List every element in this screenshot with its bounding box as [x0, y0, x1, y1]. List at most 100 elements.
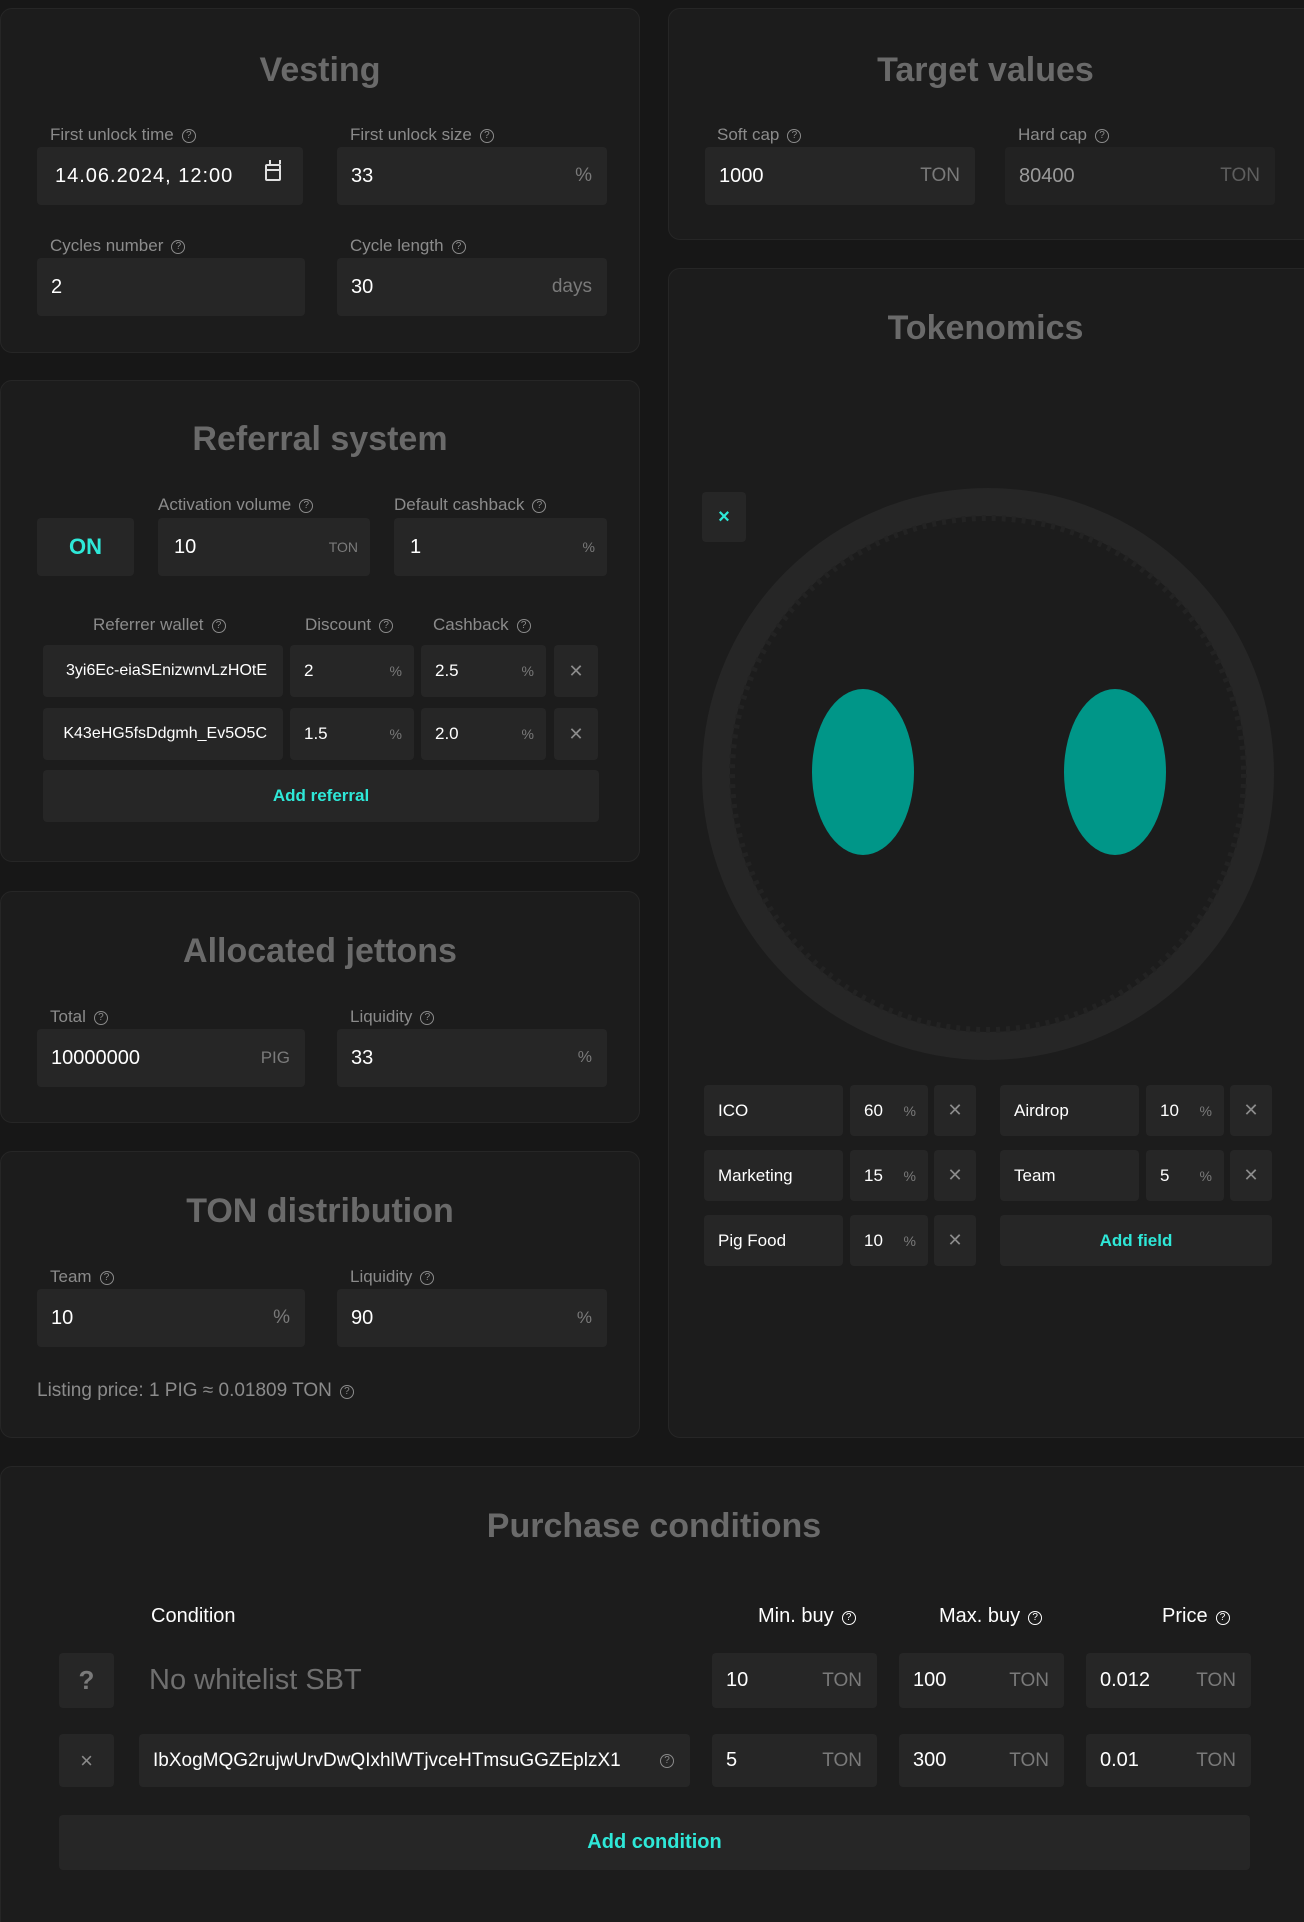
- liquidity-input[interactable]: 90 %: [337, 1289, 607, 1347]
- help-icon[interactable]: ?: [516, 619, 531, 633]
- help-icon[interactable]: ?: [1028, 1611, 1043, 1625]
- referral-panel: Referral system ON Activation volume? 10…: [0, 380, 640, 862]
- remove-referral-button[interactable]: ✕: [554, 645, 598, 697]
- allocated-jettons-title: Allocated jettons: [183, 932, 457, 970]
- team-label: Team?: [50, 1267, 114, 1287]
- min-buy-input[interactable]: 10 TON: [712, 1653, 877, 1708]
- liquidity-label: Liquidity?: [350, 1007, 435, 1027]
- first-unlock-time-input[interactable]: 14.06.2024, 12:00: [37, 147, 303, 205]
- tokenomics-field-name[interactable]: Pig Food: [704, 1215, 843, 1266]
- target-values-panel: Target values Soft cap? 1000 TON Hard ca…: [668, 8, 1304, 240]
- help-icon[interactable]: ?: [841, 1611, 856, 1625]
- activation-volume-input[interactable]: 10 TON: [158, 518, 370, 576]
- tokenomics-field-name[interactable]: Airdrop: [1000, 1085, 1139, 1136]
- tokenomics-field-value[interactable]: 15%: [850, 1150, 928, 1201]
- help-icon[interactable]: ?: [660, 1753, 674, 1768]
- help-icon[interactable]: ?: [787, 129, 802, 143]
- remove-field-button[interactable]: ✕: [1230, 1085, 1272, 1136]
- max-buy-input[interactable]: 100 TON: [899, 1653, 1064, 1708]
- calendar-icon[interactable]: [265, 160, 281, 181]
- default-cashback-input[interactable]: 1 %: [394, 518, 607, 576]
- close-icon: ✕: [568, 660, 584, 681]
- help-icon[interactable]: ?: [420, 1271, 435, 1285]
- close-icon: ✕: [947, 1230, 963, 1250]
- remove-condition-button[interactable]: ×: [59, 1734, 114, 1787]
- close-icon: ×: [80, 1747, 93, 1773]
- help-icon[interactable]: ?: [532, 499, 547, 513]
- total-label: Total?: [50, 1007, 108, 1027]
- max-buy-input[interactable]: 300 TON: [899, 1734, 1064, 1787]
- help-icon[interactable]: ?: [451, 240, 466, 254]
- condition-address-input[interactable]: IbXogMQG2rujwUrvDwQIxhlWTjvceHTmsuGGZEpl…: [139, 1734, 690, 1787]
- help-icon[interactable]: ?: [1215, 1611, 1230, 1625]
- soft-cap-label: Soft cap?: [717, 125, 802, 145]
- add-referral-button[interactable]: Add referral: [43, 770, 599, 822]
- question-icon: ?: [78, 1665, 95, 1695]
- help-icon[interactable]: ?: [211, 619, 226, 633]
- tokenomics-field-name[interactable]: ICO: [704, 1085, 843, 1136]
- tokenomics-field-value[interactable]: 10%: [850, 1215, 928, 1266]
- condition-info-button[interactable]: ?: [59, 1653, 114, 1708]
- price-input[interactable]: 0.01 TON: [1086, 1734, 1251, 1787]
- cycle-length-input[interactable]: 30 days: [337, 258, 607, 316]
- help-icon[interactable]: ?: [479, 129, 494, 143]
- chart-right-eye: [1064, 689, 1166, 855]
- cycles-number-label: Cycles number?: [50, 236, 186, 256]
- referrer-wallet-input[interactable]: 3yi6Ec-eiaSEnizwnvLzHOtE: [43, 645, 283, 697]
- help-icon[interactable]: ?: [171, 240, 186, 254]
- tokenomics-field-name[interactable]: Team: [1000, 1150, 1139, 1201]
- remove-referral-button[interactable]: ✕: [554, 708, 598, 760]
- help-icon[interactable]: ?: [420, 1011, 435, 1025]
- min-buy-input[interactable]: 5 TON: [712, 1734, 877, 1787]
- purchase-conditions-panel: Purchase conditions Condition Min. buy? …: [0, 1466, 1304, 1922]
- add-field-button[interactable]: Add field: [1000, 1215, 1272, 1266]
- referrer-wallet-input[interactable]: K43eHG5fsDdgmh_Ev5O5C: [43, 708, 283, 760]
- referral-toggle-button[interactable]: ON: [37, 518, 134, 576]
- first-unlock-size-input[interactable]: 33 %: [337, 147, 607, 205]
- hard-cap-input[interactable]: 80400 TON: [1005, 147, 1275, 205]
- remove-field-button[interactable]: ✕: [1230, 1150, 1272, 1201]
- ton-distribution-panel: TON distribution Team? 10 % Liquidity? 9…: [0, 1151, 640, 1438]
- min-buy-header: Min. buy?: [758, 1605, 856, 1628]
- tokenomics-panel: Tokenomics × ICO 60% ✕ Marketing 15% ✕ P…: [668, 268, 1304, 1438]
- liquidity-input[interactable]: 33 %: [337, 1029, 607, 1087]
- cashback-input[interactable]: 2.5 %: [421, 645, 546, 697]
- help-icon[interactable]: ?: [379, 619, 394, 633]
- ton-distribution-title: TON distribution: [186, 1192, 454, 1230]
- price-input[interactable]: 0.012 TON: [1086, 1653, 1251, 1708]
- tokenomics-field-name[interactable]: Marketing: [704, 1150, 843, 1201]
- total-input[interactable]: 10000000 PIG: [37, 1029, 305, 1087]
- team-input[interactable]: 10 %: [37, 1289, 305, 1347]
- remove-field-button[interactable]: ✕: [934, 1215, 976, 1266]
- help-icon[interactable]: ?: [1094, 129, 1109, 143]
- help-icon[interactable]: ?: [181, 129, 196, 143]
- cycles-number-input[interactable]: 2: [37, 258, 305, 316]
- remove-field-button[interactable]: ✕: [934, 1085, 976, 1136]
- help-icon[interactable]: ?: [99, 1271, 114, 1285]
- discount-input[interactable]: 2 %: [290, 645, 414, 697]
- soft-cap-input[interactable]: 1000 TON: [705, 147, 975, 205]
- tokenomics-field-value[interactable]: 5%: [1146, 1150, 1224, 1201]
- help-icon[interactable]: ?: [299, 499, 314, 513]
- help-icon[interactable]: ?: [339, 1385, 354, 1399]
- discount-header: Discount?: [305, 615, 394, 635]
- tokenomics-pie-chart: [702, 488, 1274, 1060]
- default-cashback-label: Default cashback?: [394, 495, 547, 515]
- discount-input[interactable]: 1.5 %: [290, 708, 414, 760]
- add-condition-button[interactable]: Add condition: [59, 1815, 1250, 1870]
- close-icon: ✕: [947, 1165, 963, 1185]
- remove-field-button[interactable]: ✕: [934, 1150, 976, 1201]
- tokenomics-field-value[interactable]: 60%: [850, 1085, 928, 1136]
- close-icon: ✕: [947, 1100, 963, 1120]
- condition-header: Condition: [151, 1605, 236, 1627]
- liquidity-label: Liquidity?: [350, 1267, 435, 1287]
- help-icon[interactable]: ?: [93, 1011, 108, 1025]
- cycle-length-label: Cycle length?: [350, 236, 466, 256]
- vesting-title: Vesting: [259, 51, 381, 89]
- close-icon: ✕: [568, 723, 584, 744]
- cashback-input[interactable]: 2.0 %: [421, 708, 546, 760]
- target-values-title: Target values: [877, 51, 1094, 89]
- listing-price-text: Listing price: 1 PIG ≈ 0.01809 TON?: [37, 1380, 354, 1402]
- tokenomics-field-value[interactable]: 10%: [1146, 1085, 1224, 1136]
- tokenomics-title: Tokenomics: [887, 309, 1084, 347]
